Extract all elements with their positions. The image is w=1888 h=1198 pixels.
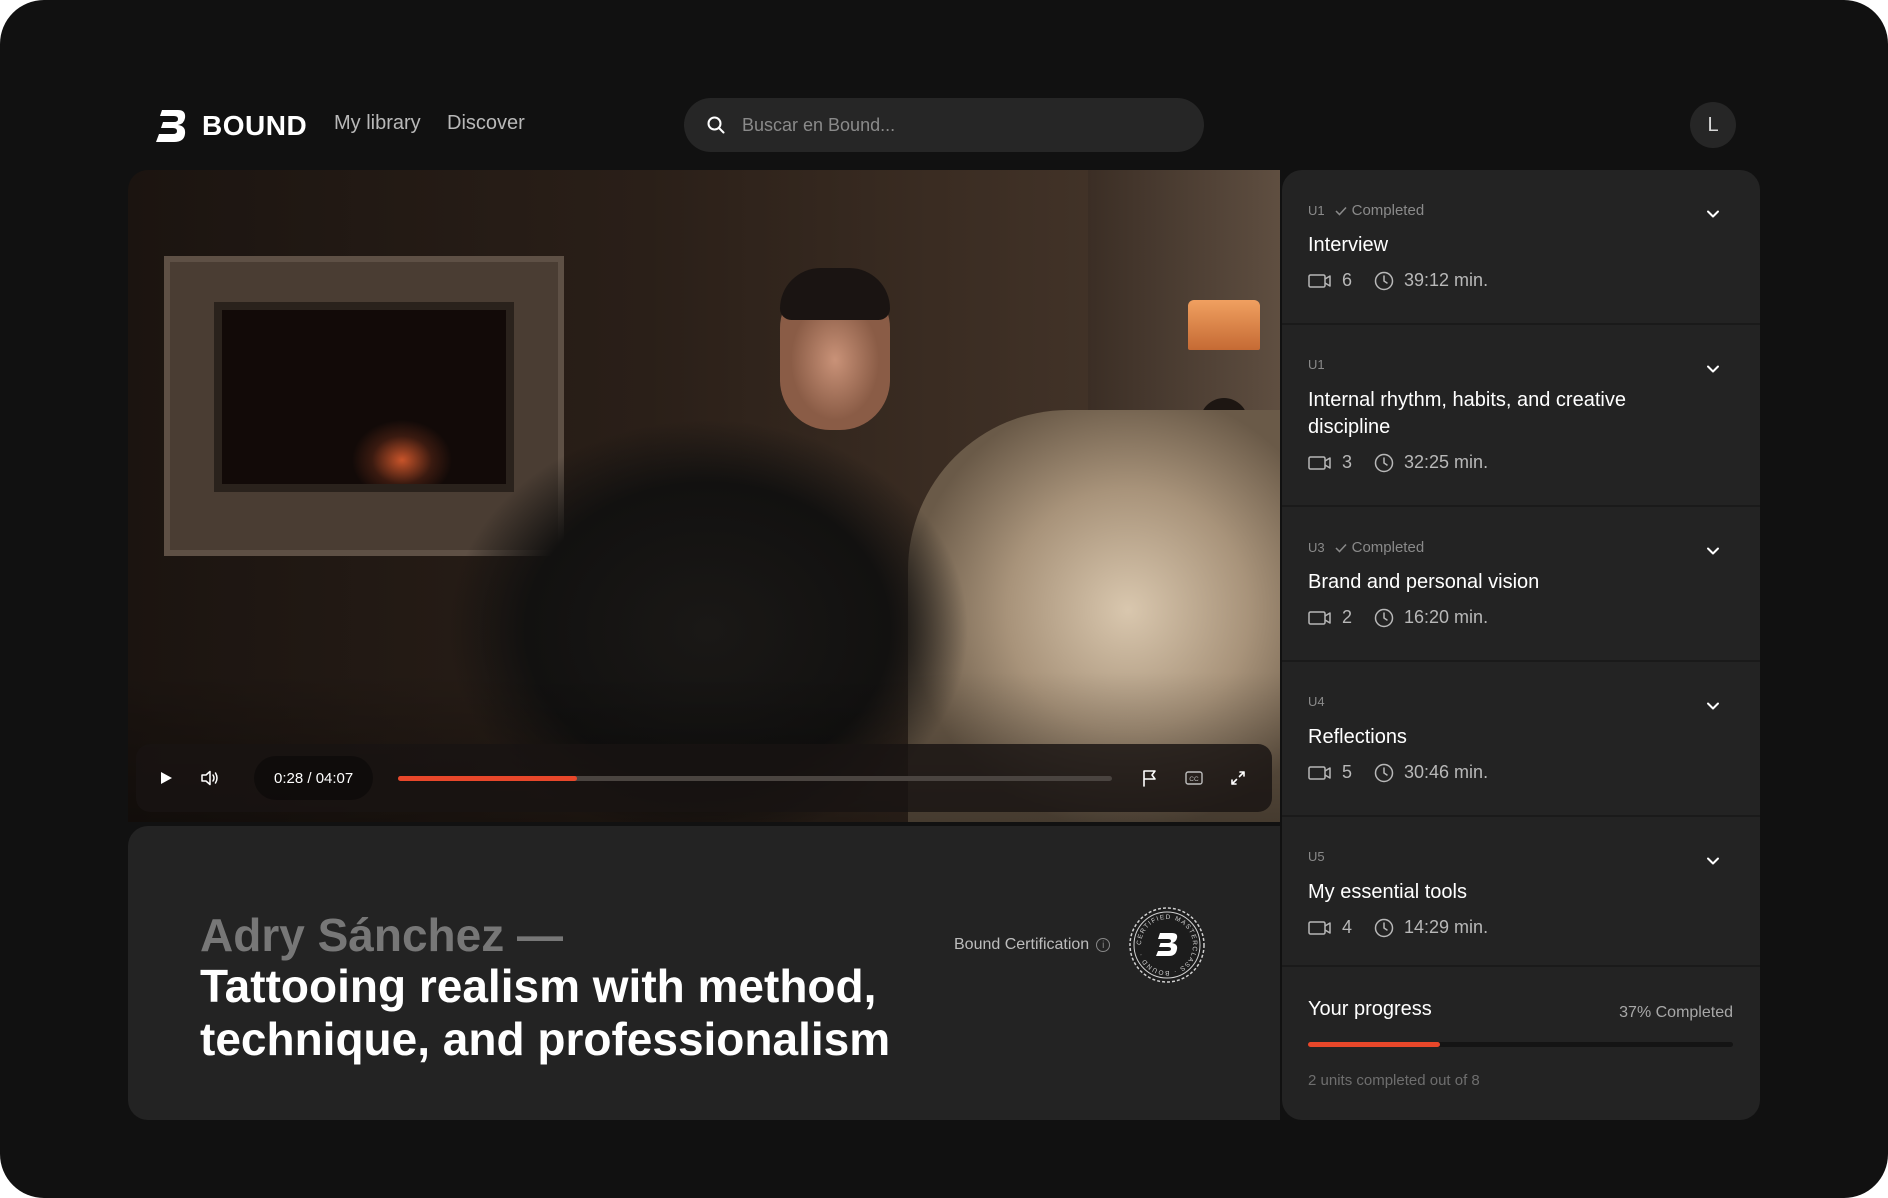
unit-duration: 32:25 min.	[1404, 452, 1489, 472]
seek-bar-fill	[398, 776, 577, 781]
clock-icon	[1374, 453, 1394, 472]
volume-button[interactable]	[198, 766, 222, 790]
chevron-down-icon[interactable]	[1705, 543, 1721, 559]
clock-icon	[1374, 608, 1394, 627]
unit-code: U5	[1308, 849, 1325, 864]
unit-title: My essential tools	[1308, 881, 1467, 903]
unit-video-count: 2	[1342, 607, 1353, 627]
course-title: Tattooing realism with method, technique…	[200, 960, 891, 1065]
playback-time: 0:28 / 04:07	[254, 756, 374, 800]
unit-item[interactable]: U1 Internal rhythm, habits, and creative…	[1282, 325, 1760, 507]
course-units-sidebar: U1 Completed Interview 6 39:12 min. U1 I…	[1282, 170, 1760, 1120]
certification-text: Bound Certification	[954, 936, 1090, 953]
bookmark-button[interactable]	[1138, 766, 1162, 790]
user-avatar[interactable]: L	[1690, 102, 1736, 148]
search-icon	[707, 116, 725, 134]
unit-item[interactable]: U4 Reflections 5 30:46 min.	[1282, 662, 1760, 817]
unit-meta: 3 32:25 min.	[1308, 452, 1488, 473]
unit-item[interactable]: U5 My essential tools 4 14:29 min.	[1282, 817, 1760, 967]
search-bar[interactable]	[684, 98, 1204, 152]
progress-percent: 37% Completed	[1619, 1004, 1733, 1021]
info-icon[interactable]: i	[1096, 938, 1111, 952]
unit-duration: 30:46 min.	[1404, 762, 1489, 782]
clock-icon	[1374, 763, 1394, 782]
unit-title: Internal rhythm, habits, and creative di…	[1308, 389, 1626, 438]
unit-video-count: 4	[1342, 917, 1353, 937]
course-info-panel: Adry Sánchez — Tattooing realism with me…	[128, 826, 1280, 1120]
progress-title: Your progress	[1308, 998, 1432, 1020]
video-camera-icon	[1308, 455, 1331, 470]
video-camera-icon	[1308, 610, 1331, 625]
unit-status: Completed	[1335, 539, 1424, 556]
certification-label: Bound Certification i	[954, 936, 1111, 954]
unit-status: Completed	[1335, 202, 1424, 219]
unit-duration: 16:20 min.	[1404, 607, 1489, 627]
app-frame: BOUND My library Discover L	[0, 0, 1888, 1198]
video-player[interactable]: 0:28 / 04:07 CC	[128, 170, 1280, 822]
bound-logo[interactable]: BOUND	[152, 104, 307, 148]
play-icon	[161, 772, 172, 784]
certification-seal: CERTIFIED MASTERCLASS · BOUND ·	[1129, 907, 1205, 983]
unit-meta: 5 30:46 min.	[1308, 762, 1488, 783]
captions-icon: CC	[1185, 771, 1203, 785]
chevron-down-icon[interactable]	[1705, 853, 1721, 869]
unit-item[interactable]: U3 Completed Brand and personal vision 2…	[1282, 507, 1760, 662]
nav-my-library[interactable]: My library	[334, 112, 421, 135]
flag-icon	[1143, 770, 1156, 787]
nav-link-my-library[interactable]: My library	[334, 112, 421, 135]
unit-code: U3	[1308, 540, 1325, 555]
play-button[interactable]	[154, 766, 178, 790]
unit-meta: 2 16:20 min.	[1308, 607, 1488, 628]
search-input[interactable]	[742, 114, 1182, 136]
check-icon	[1335, 543, 1347, 553]
chevron-down-icon[interactable]	[1705, 206, 1721, 222]
unit-video-count: 5	[1342, 762, 1353, 782]
unit-video-count: 3	[1342, 452, 1353, 472]
captions-button[interactable]: CC	[1182, 766, 1206, 790]
clock-icon	[1374, 271, 1394, 290]
seek-bar[interactable]	[398, 776, 1112, 781]
video-camera-icon	[1308, 920, 1331, 935]
unit-item[interactable]: U1 Completed Interview 6 39:12 min.	[1282, 170, 1760, 325]
progress-note: 2 units completed out of 8	[1308, 1072, 1480, 1089]
unit-code: U1	[1308, 357, 1325, 372]
unit-code: U4	[1308, 694, 1325, 709]
player-controls: 0:28 / 04:07 CC	[136, 744, 1272, 812]
unit-title: Brand and personal vision	[1308, 571, 1540, 593]
unit-meta: 6 39:12 min.	[1308, 270, 1488, 291]
brand-name: BOUND	[202, 110, 308, 141]
clock-icon	[1374, 918, 1394, 937]
svg-text:CC: CC	[1189, 776, 1199, 783]
unit-duration: 39:12 min.	[1404, 270, 1489, 290]
course-progress-bar	[1308, 1042, 1733, 1047]
chevron-down-icon[interactable]	[1705, 698, 1721, 714]
nav-discover[interactable]: Discover	[447, 112, 525, 135]
fullscreen-button[interactable]	[1226, 766, 1250, 790]
video-camera-icon	[1308, 273, 1331, 288]
chevron-down-icon[interactable]	[1705, 361, 1721, 377]
bound-logo-icon	[156, 110, 186, 142]
nav-link-discover[interactable]: Discover	[447, 112, 525, 135]
video-scene-lamp	[1188, 300, 1260, 350]
unit-meta: 4 14:29 min.	[1308, 917, 1488, 938]
video-camera-icon	[1308, 765, 1331, 780]
unit-code: U1	[1308, 203, 1325, 218]
unit-title: Interview	[1308, 234, 1389, 256]
volume-icon	[201, 770, 218, 786]
instructor-name: Adry Sánchez —	[200, 909, 563, 961]
unit-duration: 14:29 min.	[1404, 917, 1489, 937]
check-icon	[1335, 206, 1347, 216]
unit-title: Reflections	[1308, 726, 1407, 748]
fullscreen-icon	[1231, 771, 1245, 785]
course-progress-fill	[1308, 1042, 1440, 1047]
unit-video-count: 6	[1342, 270, 1353, 290]
